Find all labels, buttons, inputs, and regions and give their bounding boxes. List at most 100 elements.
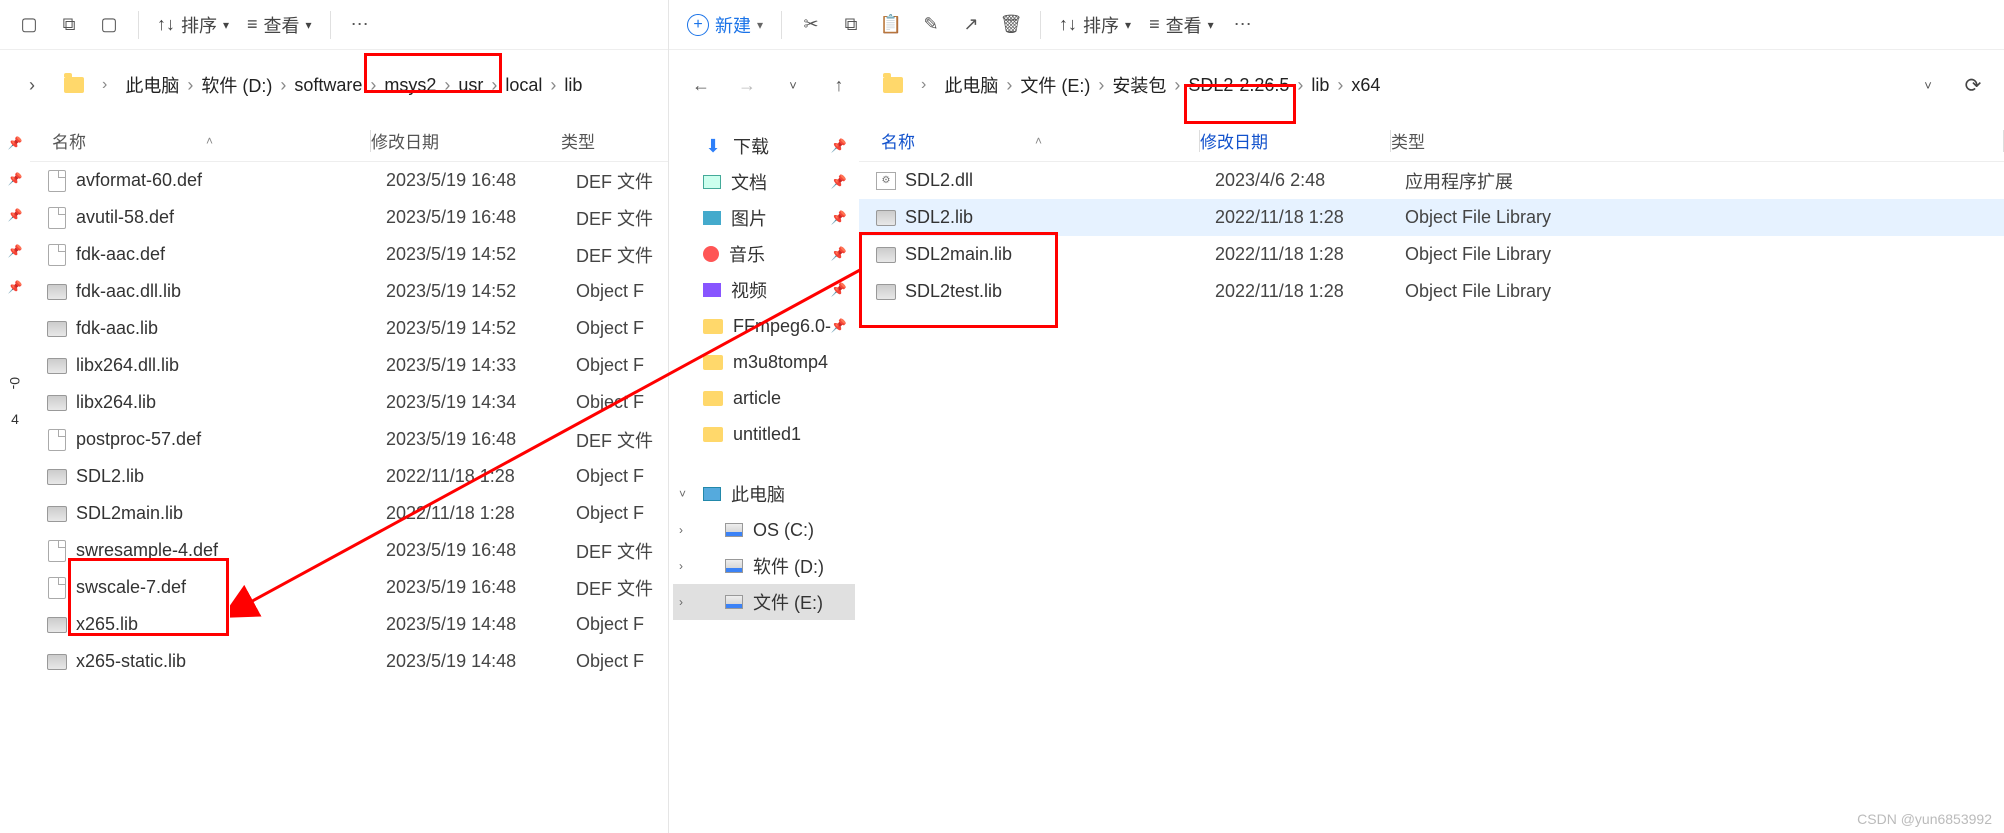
share-icon[interactable]: ↗ xyxy=(960,14,982,36)
file-row[interactable]: swscale-7.def2023/5/19 16:48DEF 文件 xyxy=(30,569,668,606)
sidebar-item[interactable]: 文档📌 xyxy=(673,164,855,200)
column-name[interactable]: 名称 ˄ xyxy=(30,128,370,153)
file-row[interactable]: libx264.lib2023/5/19 14:34Object F xyxy=(30,384,668,421)
breadcrumb-item[interactable]: 软件 (D:) xyxy=(201,72,272,98)
file-row[interactable]: SDL2.dll2023/4/6 2:48应用程序扩展 xyxy=(859,162,2004,199)
breadcrumb-item[interactable]: 此电脑 xyxy=(125,72,179,98)
folder-icon xyxy=(883,77,903,93)
sidebar-label: 音乐 xyxy=(729,241,765,267)
file-row[interactable]: swresample-4.def2023/5/19 16:48DEF 文件 xyxy=(30,532,668,569)
sort-button[interactable]: ↑↓ 排序 ▾ xyxy=(157,12,229,38)
sidebar-item[interactable]: m3u8tomp4 xyxy=(673,344,855,380)
column-type[interactable]: 类型 xyxy=(561,128,668,153)
sidebar-item-pc[interactable]: ˅此电脑 xyxy=(673,476,855,512)
file-row[interactable]: SDL2.lib2022/11/18 1:28Object F xyxy=(30,458,668,495)
breadcrumb-item[interactable]: 文件 (E:) xyxy=(1020,72,1090,98)
pin-icon: 📌 xyxy=(831,282,847,298)
column-date[interactable]: 修改日期 xyxy=(1200,128,1390,153)
chevron-down-icon: ˅ xyxy=(679,487,686,501)
file-row[interactable]: SDL2.lib2022/11/18 1:28Object File Libra… xyxy=(859,199,2004,236)
pin-icon[interactable]: 📌 xyxy=(0,236,30,266)
sidebar-label: untitled1 xyxy=(733,424,801,445)
sort-label: 排序 xyxy=(1083,12,1119,38)
breadcrumb-item[interactable]: usr xyxy=(458,75,483,96)
more-icon[interactable]: ⋯ xyxy=(349,14,371,36)
column-type[interactable]: 类型 xyxy=(1391,128,2003,153)
view-button[interactable]: ≡ 查看 ▾ xyxy=(247,12,312,38)
left-address-bar: › › 此电脑›软件 (D:)›software›msys2›usr›local… xyxy=(0,50,668,120)
file-row[interactable]: SDL2main.lib2022/11/18 1:28Object File L… xyxy=(859,236,2004,273)
cut-icon[interactable]: ✂ xyxy=(800,14,822,36)
file-row[interactable]: libx264.dll.lib2023/5/19 14:33Object F xyxy=(30,347,668,384)
view-button[interactable]: ≡ 查看 ▾ xyxy=(1149,12,1214,38)
file-row[interactable]: fdk-aac.dll.lib2023/5/19 14:52Object F xyxy=(30,273,668,310)
file-row[interactable]: avformat-60.def2023/5/19 16:48DEF 文件 xyxy=(30,162,668,199)
breadcrumb[interactable]: 此电脑›文件 (E:)›安装包›SDL2-2.26.5›lib›x64 xyxy=(944,72,1896,98)
pin-icon[interactable]: 📌 xyxy=(0,200,30,230)
sidebar-item[interactable]: untitled1 xyxy=(673,416,855,452)
pin-icon: 📌 xyxy=(831,138,847,154)
chevron-right-icon: › xyxy=(921,76,926,94)
file-type: Object File Library xyxy=(1405,244,2004,265)
new-icon[interactable]: ▢ xyxy=(18,14,40,36)
file-row[interactable]: fdk-aac.lib2023/5/19 14:52Object F xyxy=(30,310,668,347)
file-row[interactable]: fdk-aac.def2023/5/19 14:52DEF 文件 xyxy=(30,236,668,273)
disk-icon xyxy=(725,595,743,609)
breadcrumb-item[interactable]: software xyxy=(294,75,362,96)
chevron-down-icon[interactable]: ˅ xyxy=(1914,71,1942,99)
sidebar-item[interactable]: 图片📌 xyxy=(673,200,855,236)
sidebar-item[interactable]: article xyxy=(673,380,855,416)
breadcrumb[interactable]: 此电脑›软件 (D:)›software›msys2›usr›local›lib xyxy=(125,72,650,98)
paste-icon[interactable]: ▢ xyxy=(98,14,120,36)
breadcrumb-item[interactable]: local xyxy=(505,75,542,96)
up-button[interactable]: ↑ xyxy=(825,71,853,99)
sidebar-drive[interactable]: ›文件 (E:) xyxy=(673,584,855,620)
forward-button[interactable]: → xyxy=(733,71,761,99)
file-row[interactable]: x265-static.lib2023/5/19 14:48Object F xyxy=(30,643,668,680)
chevron-down-icon: ▾ xyxy=(1125,18,1131,32)
refresh-button[interactable]: ⟳ xyxy=(1960,72,1986,98)
column-name[interactable]: 名称 ˄ xyxy=(859,128,1199,153)
chevron-right-icon: › xyxy=(187,75,193,96)
column-date[interactable]: 修改日期 xyxy=(371,128,561,153)
paste-icon[interactable]: 📋 xyxy=(880,14,902,36)
breadcrumb-item[interactable]: 安装包 xyxy=(1112,72,1166,98)
breadcrumb-item[interactable]: msys2 xyxy=(384,75,436,96)
left-window: ▢ ⧉ ▢ ↑↓ 排序 ▾ ≡ 查看 ▾ ⋯ › › 此电脑›软件 (D:)›s… xyxy=(0,0,669,833)
breadcrumb-item[interactable]: SDL2-2.26.5 xyxy=(1188,75,1289,96)
new-button[interactable]: + 新建 ▾ xyxy=(687,12,763,38)
file-type: Object F xyxy=(576,651,668,672)
file-type: Object File Library xyxy=(1405,281,2004,302)
sidebar-item[interactable]: 音乐📌 xyxy=(673,236,855,272)
more-icon[interactable]: ⋯ xyxy=(1232,14,1254,36)
file-row[interactable]: avutil-58.def2023/5/19 16:48DEF 文件 xyxy=(30,199,668,236)
sort-button[interactable]: ↑↓ 排序 ▾ xyxy=(1059,12,1131,38)
file-name: fdk-aac.def xyxy=(76,244,386,265)
copy-icon[interactable]: ⧉ xyxy=(58,14,80,36)
chevron-right-icon[interactable]: › xyxy=(18,71,46,99)
copy-icon[interactable]: ⧉ xyxy=(840,14,862,36)
sidebar-drive[interactable]: ›软件 (D:) xyxy=(673,548,855,584)
file-date: 2022/11/18 1:28 xyxy=(1215,207,1405,228)
file-row[interactable]: x265.lib2023/5/19 14:48Object F xyxy=(30,606,668,643)
breadcrumb-item[interactable]: x64 xyxy=(1351,75,1380,96)
file-date: 2023/5/19 16:48 xyxy=(386,170,576,191)
sidebar-item[interactable]: 视频📌 xyxy=(673,272,855,308)
history-button[interactable]: ˅ xyxy=(779,71,807,99)
file-name: x265-static.lib xyxy=(76,651,386,672)
pin-icon[interactable]: 📌 xyxy=(0,164,30,194)
sidebar-item[interactable]: 下载📌 xyxy=(673,128,855,164)
file-row[interactable]: SDL2main.lib2022/11/18 1:28Object F xyxy=(30,495,668,532)
file-row[interactable]: SDL2test.lib2022/11/18 1:28Object File L… xyxy=(859,273,2004,310)
breadcrumb-item[interactable]: lib xyxy=(1311,75,1329,96)
sidebar-drive[interactable]: ›OS (C:) xyxy=(673,512,855,548)
file-row[interactable]: postproc-57.def2023/5/19 16:48DEF 文件 xyxy=(30,421,668,458)
pin-icon[interactable]: 📌 xyxy=(0,272,30,302)
delete-icon[interactable]: 🗑 xyxy=(1000,14,1022,36)
pin-icon[interactable]: 📌 xyxy=(0,128,30,158)
rename-icon[interactable]: ✎ xyxy=(920,14,942,36)
sidebar-item[interactable]: FFmpeg6.0-📌 xyxy=(673,308,855,344)
breadcrumb-item[interactable]: lib xyxy=(564,75,582,96)
breadcrumb-item[interactable]: 此电脑 xyxy=(944,72,998,98)
back-button[interactable]: ← xyxy=(687,71,715,99)
